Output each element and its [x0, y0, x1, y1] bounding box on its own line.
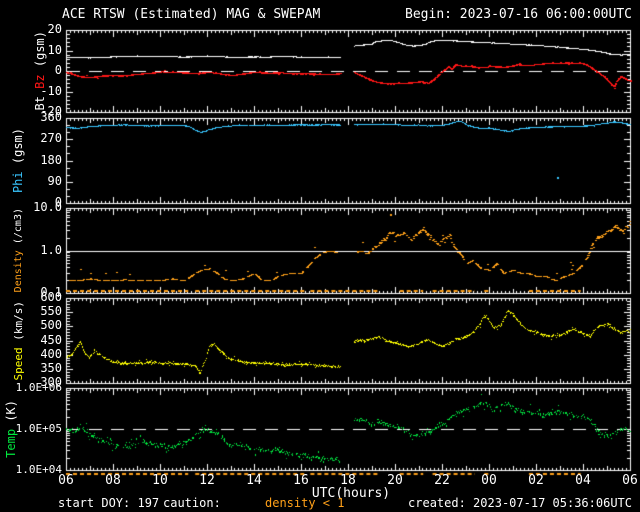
y-axis-title-text: Density (/cm3)	[13, 208, 24, 292]
y-axis-title: Speed (km/s)	[8, 298, 28, 383]
x-tick-label: 08	[105, 473, 121, 488]
y-axis-title-part: (gsm)	[11, 127, 25, 172]
x-tick-label: 10	[152, 473, 168, 488]
x-tick-label: 00	[481, 473, 497, 488]
x-tick-label: 18	[340, 473, 356, 488]
caution-value: density < 1	[265, 496, 345, 510]
x-tick-label: 02	[528, 473, 544, 488]
y-axis-title-text: Phi (gsm)	[11, 128, 25, 193]
y-axis-title-text: Temp (K)	[4, 400, 18, 458]
y-axis-title: Bt Bz (gsm)	[30, 30, 50, 112]
y-axis-title-part: (K)	[4, 400, 18, 429]
x-tick-label: 16	[293, 473, 309, 488]
x-tick-label: 04	[575, 473, 591, 488]
ace-rtsw-plot: ACE RTSW (Estimated) MAG & SWEPAM Begin:…	[0, 0, 640, 512]
y-axis-title-part: (/cm3)	[12, 208, 24, 251]
y-axis-title-part: Density	[12, 250, 24, 293]
x-tick-label: 22	[434, 473, 450, 488]
x-tick-label: 06	[58, 473, 74, 488]
y-axis-title-part: Speed	[11, 347, 25, 381]
y-axis-title-part: Temp	[4, 429, 18, 458]
x-tick-label: 20	[387, 473, 403, 488]
y-axis-title: Temp (K)	[2, 388, 20, 470]
created-timestamp: created: 2023-07-17 05:36:06UTC	[408, 496, 632, 510]
y-axis-title: Density (/cm3)	[8, 208, 28, 293]
x-tick-label: 12	[199, 473, 215, 488]
caution-label: caution:	[163, 496, 221, 510]
start-doy-label: start DOY: 197	[58, 496, 160, 510]
chart-canvas	[0, 0, 640, 512]
y-axis-title-part: Bt	[33, 89, 47, 111]
y-axis-title-text: Speed (km/s)	[12, 301, 25, 380]
y-axis-title-part: Phi	[11, 171, 25, 194]
y-axis-title-part: Bz	[33, 74, 47, 90]
y-axis-title: Phi (gsm)	[8, 118, 28, 203]
y-axis-title-part: (gsm)	[33, 31, 47, 75]
y-axis-title-text: Bt Bz (gsm)	[33, 31, 47, 111]
begin-timestamp: Begin: 2023-07-16 06:00:00UTC	[405, 7, 632, 22]
x-tick-label: 06	[622, 473, 638, 488]
y-axis-title-part: (km/s)	[11, 300, 25, 348]
x-tick-label: 14	[246, 473, 262, 488]
plot-title: ACE RTSW (Estimated) MAG & SWEPAM	[62, 7, 321, 22]
